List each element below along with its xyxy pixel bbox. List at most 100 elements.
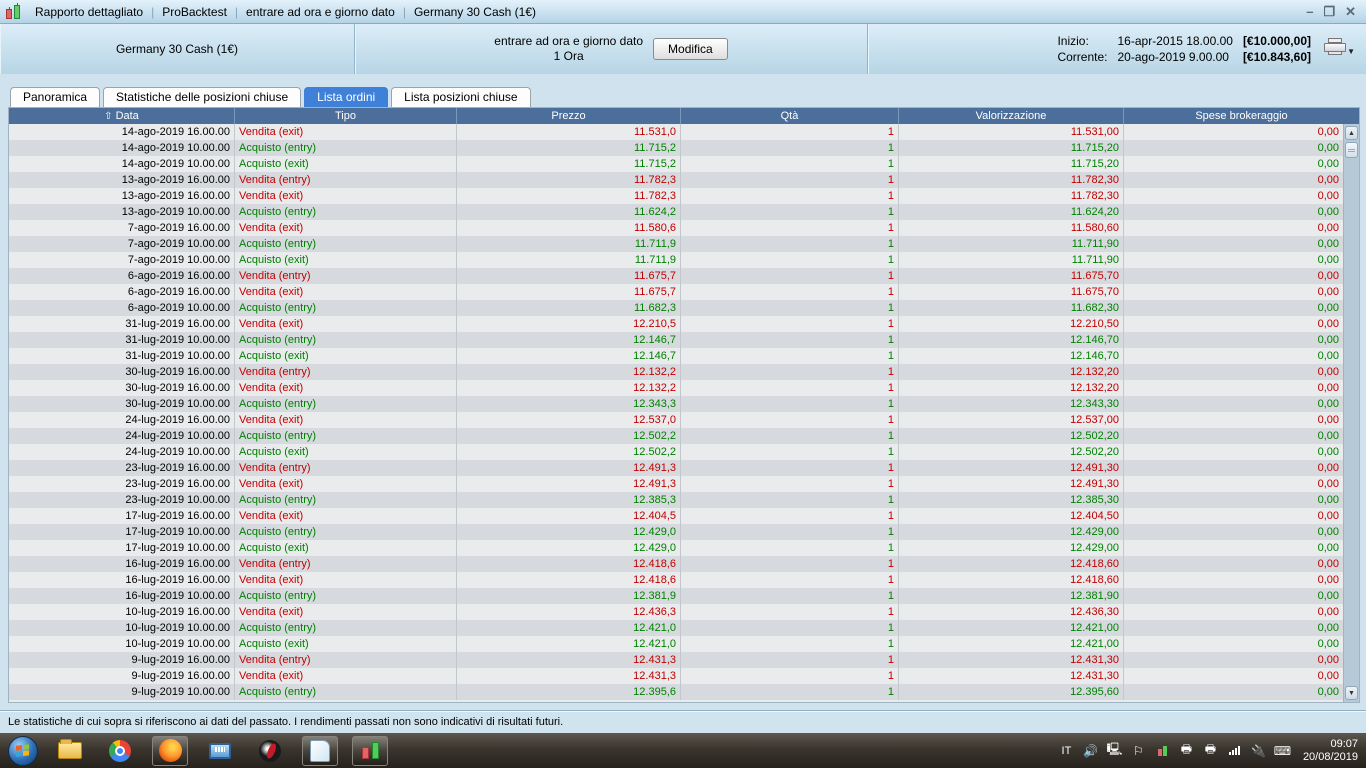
tray-network-signal-icon[interactable]: [1227, 746, 1242, 755]
column-header-valorizzazione[interactable]: Valorizzazione: [898, 108, 1123, 124]
scrollbar-thumb[interactable]: [1345, 142, 1358, 158]
table-row[interactable]: 14-ago-2019 10.00.00 Acquisto (entry) 11.7…: [9, 140, 1343, 156]
table-row[interactable]: 6-ago-2019 16.00.00 Vendita (exit) 11.675,…: [9, 284, 1343, 300]
cell-prezzo: 12.210,5: [456, 316, 680, 332]
modify-button[interactable]: Modifica: [653, 38, 728, 60]
cell-tipo: Acquisto (entry): [234, 588, 456, 604]
table-row[interactable]: 9-lug-2019 16.00.00 Vendita (exit) 12.431,…: [9, 668, 1343, 684]
table-row[interactable]: 16-lug-2019 16.00.00 Vendita (entry) 12.41…: [9, 556, 1343, 572]
cell-val: 11.782,30: [898, 188, 1123, 204]
column-header-tipo[interactable]: Tipo: [234, 108, 456, 124]
tray-keyboard-icon[interactable]: ⌨: [1274, 744, 1291, 758]
start-button[interactable]: [8, 735, 38, 766]
table-row[interactable]: 17-lug-2019 16.00.00 Vendita (exit) 12.404…: [9, 508, 1343, 524]
cell-spese: 0,00: [1123, 636, 1343, 652]
table-row[interactable]: 9-lug-2019 16.00.00 Vendita (entry) 12.431…: [9, 652, 1343, 668]
table-row[interactable]: 23-lug-2019 10.00.00 Acquisto (entry) 12.3…: [9, 492, 1343, 508]
table-row[interactable]: 31-lug-2019 16.00.00 Vendita (exit) 12.210…: [9, 316, 1343, 332]
cell-val: 12.537,00: [898, 412, 1123, 428]
table-row[interactable]: 24-lug-2019 10.00.00 Acquisto (exit) 12.50…: [9, 444, 1343, 460]
cell-qta: 1: [680, 524, 898, 540]
tray-volume-icon[interactable]: 🔊: [1083, 744, 1098, 758]
column-header-spese-brokeraggio[interactable]: Spese brokeraggio: [1123, 108, 1359, 124]
table-row[interactable]: 6-ago-2019 16.00.00 Vendita (entry) 11.675…: [9, 268, 1343, 284]
tray-printer-2-icon[interactable]: 🖶: [1203, 740, 1218, 761]
tray-flag-error-icon[interactable]: ⚐: [1131, 744, 1146, 758]
table-row[interactable]: 7-ago-2019 10.00.00 Acquisto (entry) 11.71…: [9, 236, 1343, 252]
scroll-up-button[interactable]: ▲: [1345, 126, 1358, 140]
minimize-button[interactable]: –: [1306, 4, 1313, 20]
tray-power-plug-icon[interactable]: 🔌: [1251, 744, 1266, 758]
table-row[interactable]: 13-ago-2019 10.00.00 Acquisto (entry) 11.6…: [9, 204, 1343, 220]
table-body: 14-ago-2019 16.00.00 Vendita (exit) 11.531…: [9, 124, 1343, 702]
table-row[interactable]: 6-ago-2019 10.00.00 Acquisto (entry) 11.68…: [9, 300, 1343, 316]
taskbar-remote-desktop-icon[interactable]: [202, 736, 238, 766]
table-row[interactable]: 13-ago-2019 16.00.00 Vendita (entry) 11.78…: [9, 172, 1343, 188]
scroll-down-button[interactable]: ▼: [1345, 686, 1358, 700]
column-header-data[interactable]: ⇧ Data: [9, 108, 234, 124]
timeframe-label: 1 Ora: [553, 49, 584, 63]
cell-val: 11.675,70: [898, 268, 1123, 284]
table-row[interactable]: 7-ago-2019 10.00.00 Acquisto (exit) 11.711…: [9, 252, 1343, 268]
table-row[interactable]: 17-lug-2019 10.00.00 Acquisto (entry) 12.4…: [9, 524, 1343, 540]
cell-val: 11.682,30: [898, 300, 1123, 316]
cell-qta: 1: [680, 540, 898, 556]
table-row[interactable]: 7-ago-2019 16.00.00 Vendita (exit) 11.580,…: [9, 220, 1343, 236]
tab-lista-posizioni-chiuse[interactable]: Lista posizioni chiuse: [391, 87, 531, 107]
taskbar-comodo-icon[interactable]: [252, 736, 288, 766]
cell-prezzo: 12.431,3: [456, 652, 680, 668]
start-amount: [€10.000,00]: [1242, 34, 1311, 48]
table-row[interactable]: 30-lug-2019 16.00.00 Vendita (exit) 12.132…: [9, 380, 1343, 396]
table-row[interactable]: 23-lug-2019 16.00.00 Vendita (entry) 12.49…: [9, 460, 1343, 476]
table-row[interactable]: 16-lug-2019 10.00.00 Acquisto (entry) 12.3…: [9, 588, 1343, 604]
taskbar-chrome-icon[interactable]: [102, 736, 138, 766]
cell-val: 12.146,70: [898, 332, 1123, 348]
cell-qta: 1: [680, 428, 898, 444]
cell-spese: 0,00: [1123, 220, 1343, 236]
table-row[interactable]: 23-lug-2019 16.00.00 Vendita (exit) 12.491…: [9, 476, 1343, 492]
clock-time: 09:07: [1330, 737, 1358, 750]
print-icon[interactable]: ▼: [1322, 38, 1355, 58]
cell-tipo: Acquisto (entry): [234, 236, 456, 252]
tray-trading-app-icon[interactable]: [1155, 745, 1170, 756]
table-row[interactable]: 16-lug-2019 16.00.00 Vendita (exit) 12.418…: [9, 572, 1343, 588]
table-row[interactable]: 31-lug-2019 10.00.00 Acquisto (entry) 12.1…: [9, 332, 1343, 348]
table-row[interactable]: 13-ago-2019 16.00.00 Vendita (exit) 11.782…: [9, 188, 1343, 204]
taskbar-notepad-icon[interactable]: [302, 735, 338, 766]
restore-button[interactable]: ❐: [1323, 4, 1335, 20]
tray-language-indicator[interactable]: IT: [1059, 745, 1074, 757]
tray-clock[interactable]: 09:07 20/08/2019: [1299, 738, 1358, 764]
tab-lista-ordini[interactable]: Lista ordini: [304, 87, 389, 107]
column-header-prezzo[interactable]: Prezzo: [456, 108, 680, 124]
table-row[interactable]: 14-ago-2019 16.00.00 Vendita (exit) 11.531…: [9, 124, 1343, 140]
tab-statistiche-posizioni-chiuse[interactable]: Statistiche delle posizioni chiuse: [103, 87, 302, 107]
column-header-qta[interactable]: Qtà: [680, 108, 898, 124]
taskbar-firefox-icon[interactable]: [152, 735, 188, 766]
cell-data: 9-lug-2019 16.00.00: [131, 670, 230, 682]
cell-data: 6-ago-2019 10.00.00: [127, 302, 230, 314]
cell-data: 10-lug-2019 10.00.00: [125, 622, 230, 634]
cell-prezzo: 12.421,0: [456, 620, 680, 636]
close-button[interactable]: ✕: [1345, 4, 1356, 20]
taskbar-trading-app-icon[interactable]: [352, 735, 388, 766]
table-row[interactable]: 31-lug-2019 10.00.00 Acquisto (exit) 12.14…: [9, 348, 1343, 364]
cell-qta: 1: [680, 140, 898, 156]
table-row[interactable]: 30-lug-2019 10.00.00 Acquisto (entry) 12.3…: [9, 396, 1343, 412]
tray-display-settings-icon[interactable]: 🖳: [1106, 740, 1122, 761]
cell-tipo: Vendita (exit): [234, 572, 456, 588]
table-row[interactable]: 30-lug-2019 16.00.00 Vendita (entry) 12.13…: [9, 364, 1343, 380]
table-row[interactable]: 24-lug-2019 10.00.00 Acquisto (entry) 12.5…: [9, 428, 1343, 444]
table-row[interactable]: 10-lug-2019 10.00.00 Acquisto (entry) 12.4…: [9, 620, 1343, 636]
tray-printer-1-icon[interactable]: 🖶: [1179, 740, 1194, 761]
table-row[interactable]: 24-lug-2019 16.00.00 Vendita (exit) 12.537…: [9, 412, 1343, 428]
taskbar-explorer-icon[interactable]: [52, 736, 88, 766]
cell-qta: 1: [680, 204, 898, 220]
table-row[interactable]: 9-lug-2019 10.00.00 Acquisto (entry) 12.39…: [9, 684, 1343, 700]
table-row[interactable]: 10-lug-2019 16.00.00 Vendita (exit) 12.436…: [9, 604, 1343, 620]
table-row[interactable]: 10-lug-2019 10.00.00 Acquisto (exit) 12.42…: [9, 636, 1343, 652]
vertical-scrollbar[interactable]: ▲ ▼: [1343, 124, 1359, 702]
table-row[interactable]: 17-lug-2019 10.00.00 Acquisto (exit) 12.42…: [9, 540, 1343, 556]
table-row[interactable]: 14-ago-2019 10.00.00 Acquisto (exit) 11.71…: [9, 156, 1343, 172]
tab-panoramica[interactable]: Panoramica: [10, 87, 101, 107]
cell-val: 12.381,90: [898, 588, 1123, 604]
